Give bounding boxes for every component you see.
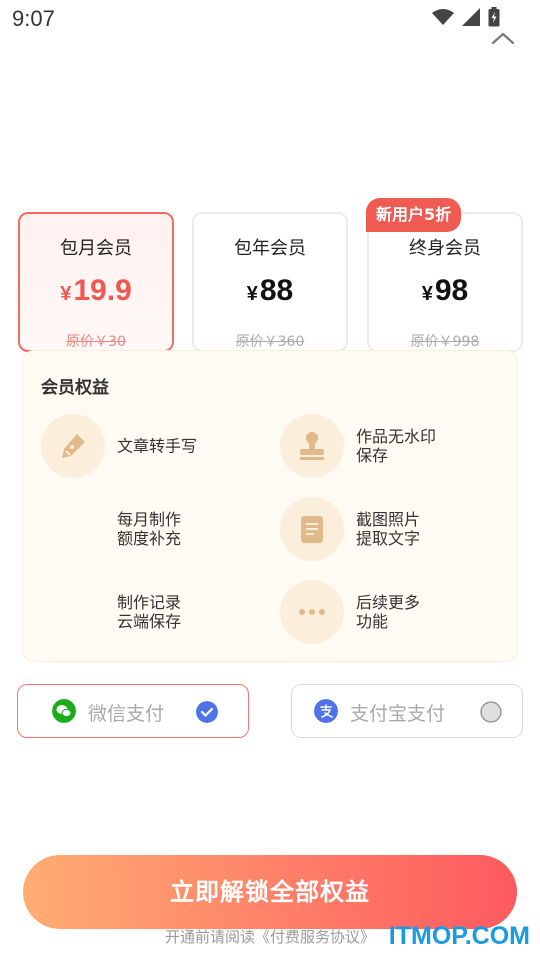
plan-price: ¥98 <box>369 274 521 308</box>
plan-currency: ¥ <box>60 283 72 305</box>
collapse-chevron-icon[interactable] <box>490 28 516 50</box>
benefit-item: 作品无水印 保存 <box>280 414 500 478</box>
pen-icon <box>41 414 105 478</box>
status-time: 9:07 <box>12 6 55 31</box>
cellular-signal-icon <box>462 8 480 26</box>
agreement-prefix: 开通前请阅读 <box>164 928 255 946</box>
plan-price-value: 19.9 <box>73 274 132 307</box>
plan-price-value: 98 <box>434 274 469 307</box>
plan-name: 包月会员 <box>60 238 132 259</box>
benefit-text: 制作记录 云端保存 <box>117 593 182 631</box>
benefit-text: 后续更多 功能 <box>356 593 421 631</box>
pay-option-label: 支付宝支付 <box>350 703 446 725</box>
benefit-text: 截图照片 提取文字 <box>356 510 421 548</box>
benefit-item: 截图照片 提取文字 <box>280 497 500 561</box>
plan-original-price: 原价￥360 <box>235 334 305 350</box>
site-watermark: ITMOP.COM <box>388 922 530 950</box>
plan-original-price: 原价￥998 <box>410 334 480 350</box>
alipay-icon <box>314 699 338 723</box>
plan-currency: ¥ <box>246 283 258 305</box>
benefit-item: 后续更多 功能 <box>280 580 500 644</box>
service-agreement-link[interactable]: 《付费服务协议》 <box>255 928 375 946</box>
wechat-pay-option[interactable]: 微信支付 <box>17 684 249 738</box>
status-bar: 9:07 <box>0 0 540 38</box>
stamp-icon <box>280 414 344 478</box>
benefits-title: 会员权益 <box>41 378 109 398</box>
plan-card-monthly[interactable]: 包月会员 ¥19.9 原价￥30 <box>18 212 174 352</box>
battery-charging-icon <box>488 7 500 27</box>
plan-card-yearly[interactable]: 包年会员 ¥88 原价￥360 <box>192 212 348 352</box>
unlock-all-benefits-button[interactable]: 立即解锁全部权益 <box>23 855 517 929</box>
benefit-text: 作品无水印 保存 <box>356 427 437 465</box>
plan-price: ¥19.9 <box>20 274 172 308</box>
plan-price: ¥88 <box>194 274 346 308</box>
plan-name: 包年会员 <box>234 238 306 259</box>
member-benefits-panel: 会员权益 文章转手写 作品无水印 保存 每月制作 额度补充 截图照片 提取文字 … <box>22 350 518 662</box>
plan-original-price: 原价￥30 <box>66 334 126 350</box>
benefit-item: 每月制作 额度补充 <box>41 497 261 561</box>
plan-card-lifetime[interactable]: 终身会员 ¥98 原价￥998 <box>367 212 523 352</box>
more-icon <box>280 580 344 644</box>
wechat-icon <box>52 699 76 723</box>
plan-currency: ¥ <box>421 283 433 305</box>
wifi-icon <box>432 9 454 25</box>
new-user-discount-badge: 新用户5折 <box>366 198 462 232</box>
pay-option-label: 微信支付 <box>88 703 165 725</box>
benefit-text: 文章转手写 <box>117 436 198 456</box>
alipay-option[interactable]: 支付宝支付 <box>291 684 523 738</box>
status-icons <box>432 7 500 27</box>
benefit-item: 文章转手写 <box>41 414 261 478</box>
plan-list: 包月会员 ¥19.9 原价￥30 包年会员 ¥88 原价￥360 终身会员 ¥9… <box>18 212 523 352</box>
document-icon <box>280 497 344 561</box>
plan-price-value: 88 <box>259 274 294 307</box>
benefit-text: 每月制作 额度补充 <box>117 510 182 548</box>
benefit-item: 制作记录 云端保存 <box>41 580 261 644</box>
radio-unchecked-icon <box>480 701 502 723</box>
plan-name: 终身会员 <box>409 238 481 259</box>
check-circle-icon <box>196 701 218 723</box>
